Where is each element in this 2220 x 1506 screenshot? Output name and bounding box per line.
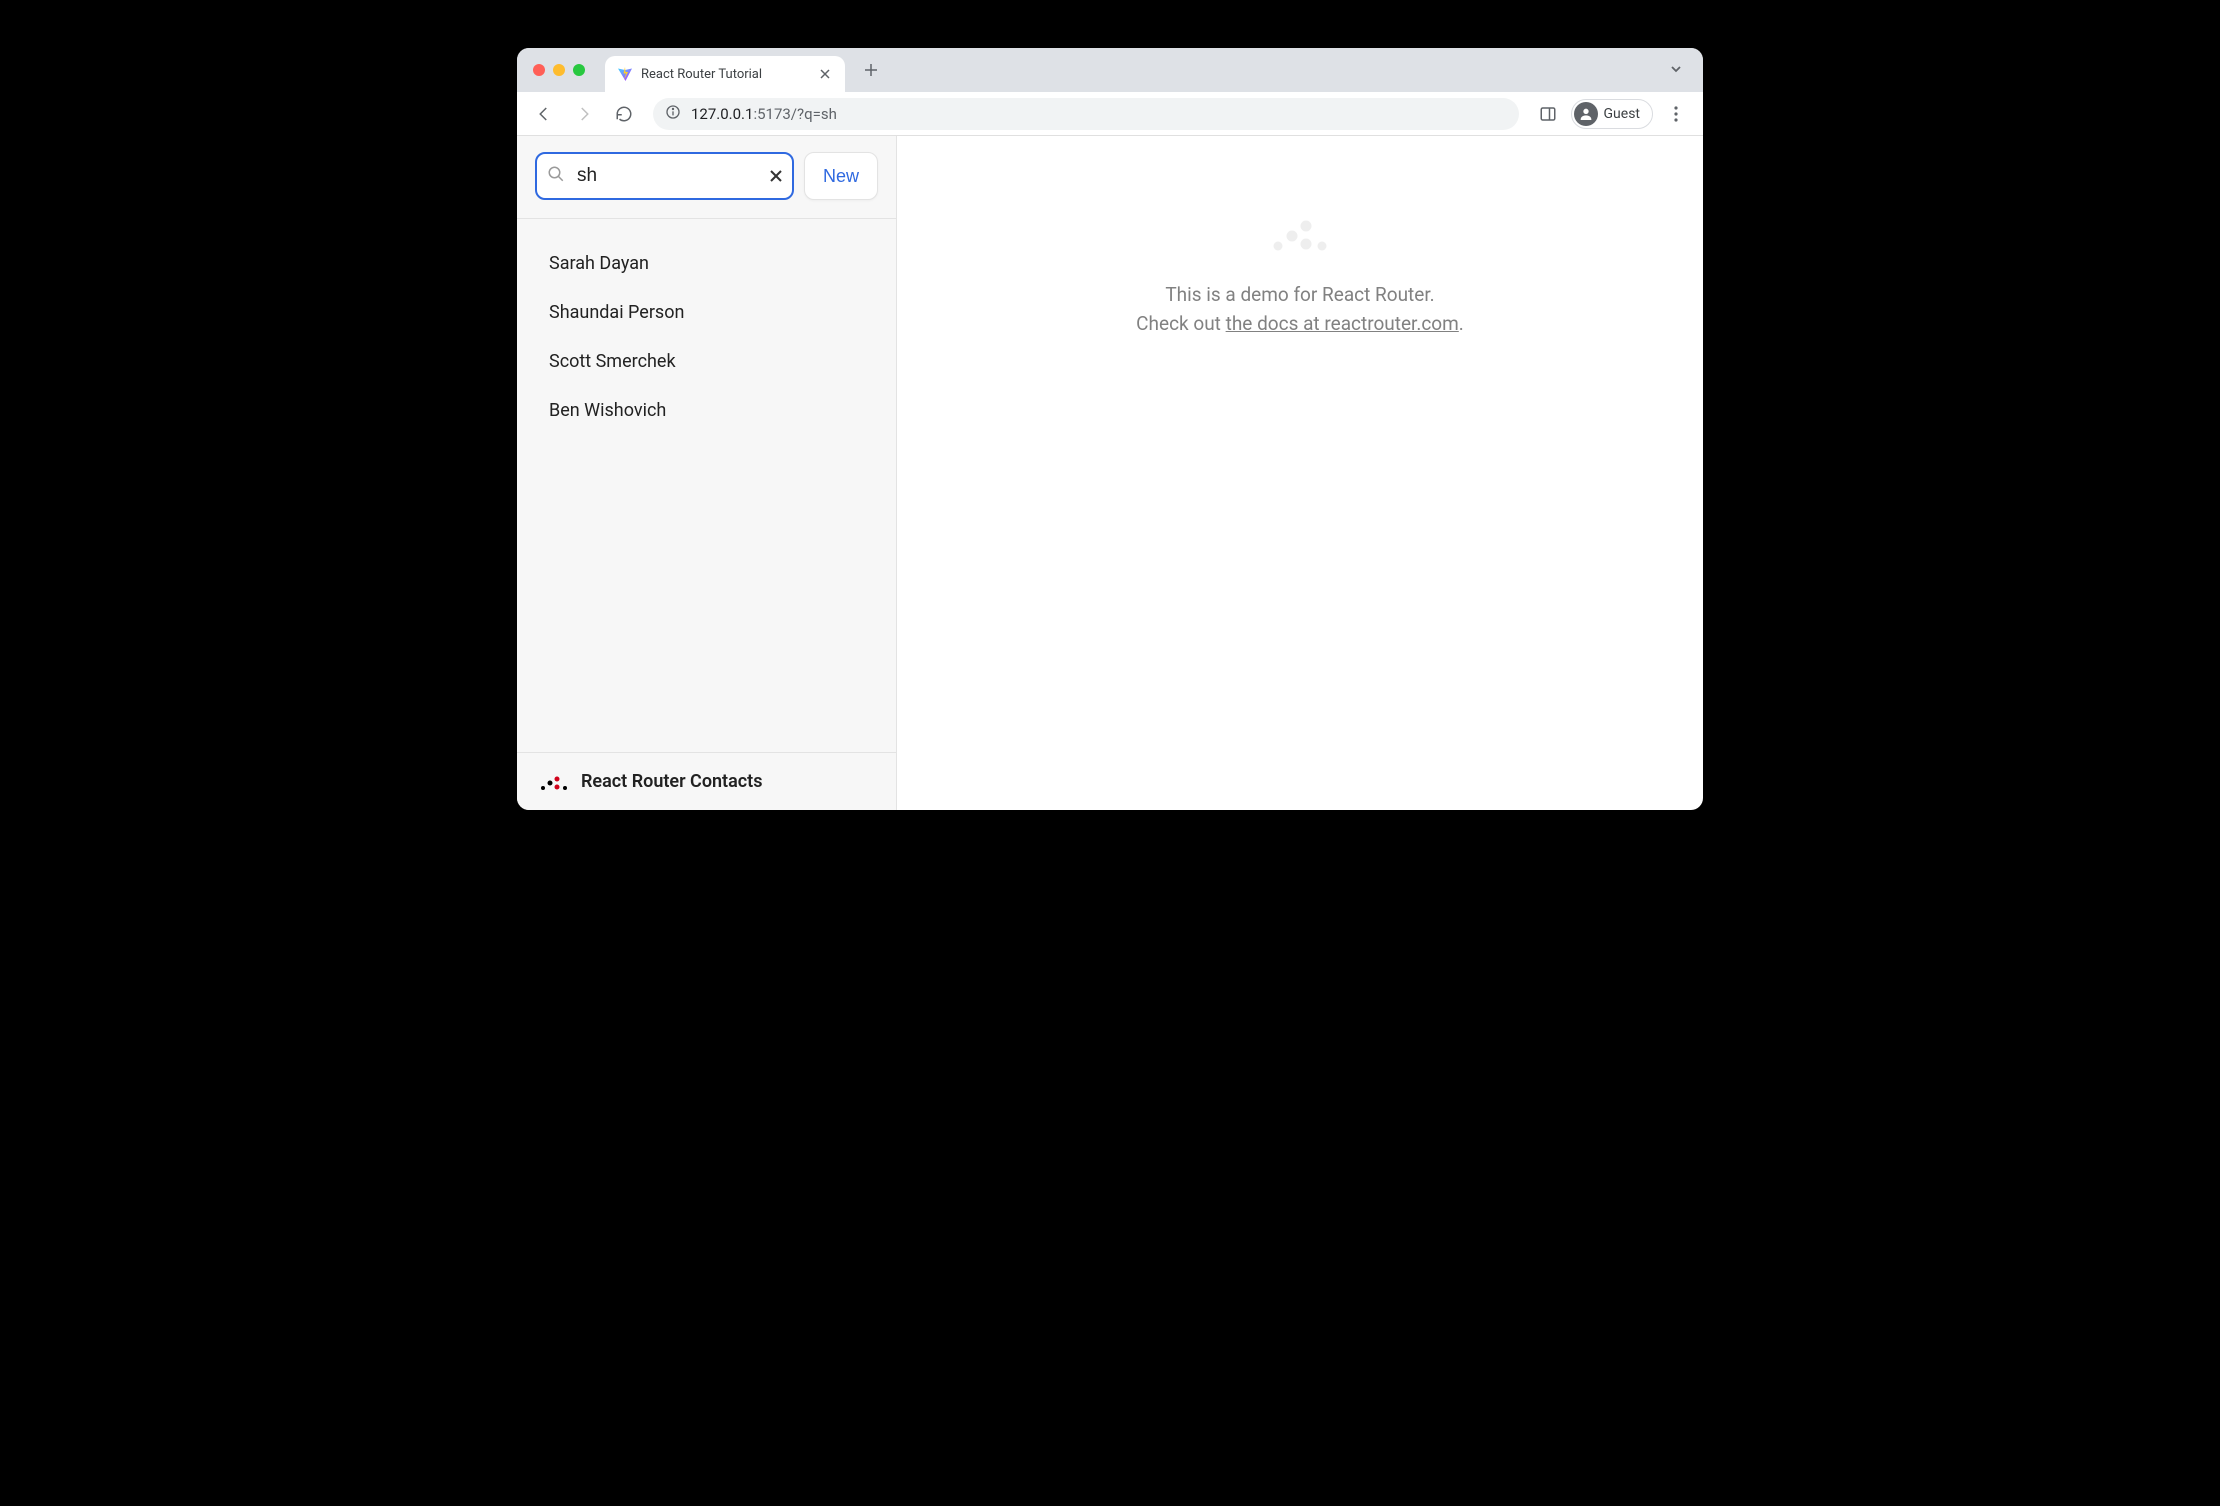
search-field-wrapper [535, 152, 794, 200]
docs-link[interactable]: the docs at reactrouter.com [1226, 312, 1459, 335]
tab-title: React Router Tutorial [641, 67, 809, 82]
app-title: React Router Contacts [581, 771, 762, 792]
browser-toolbar: 127.0.0.1:5173/?q=sh Guest [517, 92, 1703, 136]
profile-label: Guest [1604, 106, 1640, 122]
clear-search-button[interactable] [770, 167, 782, 186]
sidebar: New Sarah Dayan Shaundai Person Scott Sm… [517, 136, 897, 810]
browser-menu-button[interactable] [1659, 97, 1693, 131]
guest-avatar-icon [1574, 102, 1598, 126]
browser-tab[interactable]: React Router Tutorial [605, 56, 845, 92]
detail-description: This is a demo for React Router. Check o… [1136, 280, 1464, 339]
new-contact-button[interactable]: New [804, 152, 878, 200]
site-info-icon[interactable] [665, 104, 681, 124]
new-tab-button[interactable] [857, 56, 885, 84]
address-bar[interactable]: 127.0.0.1:5173/?q=sh [653, 98, 1519, 130]
contacts-list: Sarah Dayan Shaundai Person Scott Smerch… [517, 219, 896, 752]
tabs-dropdown-button[interactable] [1669, 61, 1683, 80]
tab-bar: React Router Tutorial [517, 48, 1703, 92]
reload-button[interactable] [607, 97, 641, 131]
window-controls [533, 64, 585, 76]
contact-item[interactable]: Scott Smerchek [525, 337, 888, 386]
close-window-button[interactable] [533, 64, 545, 76]
app-root: New Sarah Dayan Shaundai Person Scott Sm… [517, 136, 1703, 810]
react-router-watermark-icon [1268, 212, 1332, 258]
sidebar-footer: React Router Contacts [517, 752, 896, 810]
react-router-logo-icon [539, 772, 569, 792]
sidebar-header: New [517, 136, 896, 219]
close-tab-button[interactable] [817, 66, 833, 82]
minimize-window-button[interactable] [553, 64, 565, 76]
browser-window: React Router Tutorial 127.0.0.1 [517, 48, 1703, 810]
search-input[interactable] [535, 152, 794, 200]
contact-item[interactable]: Shaundai Person [525, 288, 888, 337]
vite-favicon-icon [617, 66, 633, 82]
forward-button[interactable] [567, 97, 601, 131]
maximize-window-button[interactable] [573, 64, 585, 76]
side-panel-button[interactable] [1531, 97, 1565, 131]
contact-item[interactable]: Ben Wishovich [525, 386, 888, 435]
profile-button[interactable]: Guest [1571, 99, 1653, 129]
detail-panel: This is a demo for React Router. Check o… [897, 136, 1703, 810]
back-button[interactable] [527, 97, 561, 131]
url-text: 127.0.0.1:5173/?q=sh [691, 105, 837, 123]
contact-item[interactable]: Sarah Dayan [525, 239, 888, 288]
